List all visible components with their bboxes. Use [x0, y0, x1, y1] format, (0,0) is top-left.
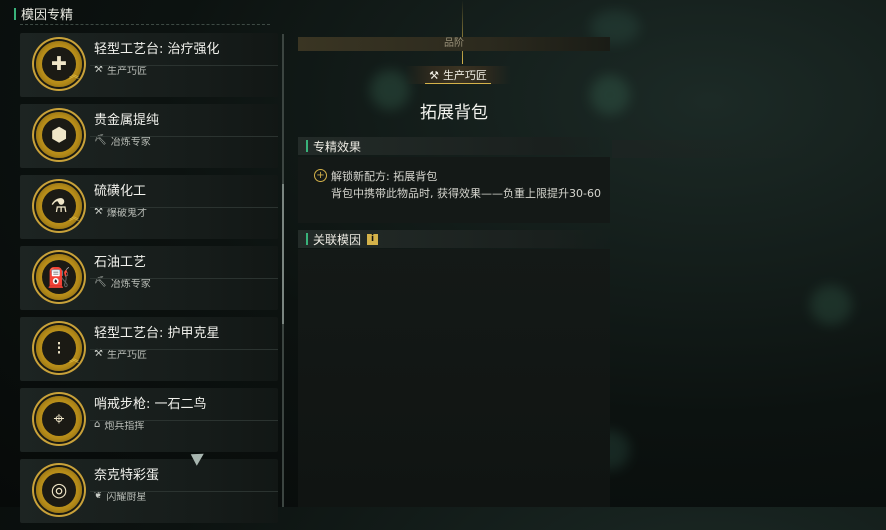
item-category: ⌂ 炮兵指挥 — [94, 417, 144, 432]
emblem-icon: ◎ — [42, 473, 76, 507]
tools-icon: ⚒ — [94, 64, 103, 75]
category-tag-label: 生产巧匠 — [442, 69, 487, 82]
background-blur — [612, 140, 826, 158]
item-category: ⚒ 生产巧匠 — [94, 346, 147, 361]
item-name: 奈克特彩蛋 — [94, 468, 160, 483]
specialization-emblem: ◎ — [36, 467, 82, 513]
category-label: 生产巧匠 — [106, 350, 147, 361]
grade-bar: 品阶 — [298, 37, 610, 51]
category-label: 炮兵指挥 — [104, 421, 145, 432]
background-blur — [810, 285, 852, 325]
list-item[interactable]: ⚗ ︽ 硫磺化工 ⚒ 爆破鬼才 — [20, 175, 278, 239]
specialization-emblem: ⌖ — [36, 396, 82, 442]
rank-chevron-icon: ︽ — [69, 354, 79, 365]
effect-header-label: 专精效果 — [313, 139, 362, 154]
emblem-icon: ⬢ — [42, 118, 76, 152]
effect-unlock-text: 解锁新配方: 拓展背包 — [331, 170, 438, 183]
item-category: ⛏ 冶炼专家 — [94, 133, 151, 148]
tools-icon: ⚒ — [429, 68, 439, 82]
list-item[interactable]: ⌖ 哨戒步枪: 一石二鸟 ⌂ 炮兵指挥 — [20, 388, 278, 452]
tree-connector-line — [462, 0, 463, 64]
scrollbar-thumb[interactable] — [282, 184, 284, 324]
category-label: 冶炼专家 — [110, 279, 151, 290]
item-name: 轻型工艺台: 护甲克星 — [94, 326, 220, 341]
list-item[interactable]: ⬢ 贵金属提纯 ⛏ 冶炼专家 — [20, 104, 278, 168]
related-section-header: 关联模因 i — [298, 230, 610, 248]
item-category: ⚒ 爆破鬼才 — [94, 204, 147, 219]
wing-icon: ❦ — [94, 490, 103, 501]
category-label: 冶炼专家 — [110, 137, 151, 148]
info-icon[interactable]: i — [367, 233, 379, 245]
tools-icon: ⚒ — [94, 348, 103, 359]
detail-title: 拓展背包 — [420, 103, 488, 123]
related-memes-area — [298, 249, 610, 507]
pickaxe-icon: ⛏ — [94, 135, 107, 146]
effect-box: + 解锁新配方: 拓展背包 背包中携带此物品时, 获得效果——负重上限提升30-… — [298, 157, 610, 223]
rank-chevron-icon: ︽ — [69, 70, 79, 81]
related-header-label: 关联模因 — [313, 232, 362, 247]
effect-section-header: 专精效果 — [298, 137, 610, 155]
list-item[interactable]: ⛽ 石油工艺 ⛏ 冶炼专家 — [20, 246, 278, 310]
emblem-icon: ⌖ — [42, 402, 76, 436]
specialization-emblem: ⛽ — [36, 254, 82, 300]
plus-icon: + — [314, 169, 327, 182]
item-name: 贵金属提纯 — [94, 113, 160, 128]
section-accent — [306, 233, 308, 245]
item-category: ⛏ 冶炼专家 — [94, 275, 151, 290]
category-label: 生产巧匠 — [106, 66, 147, 77]
list-scrollbar[interactable] — [282, 34, 284, 507]
item-name: 轻型工艺台: 治疗强化 — [94, 42, 220, 57]
category-label: 爆破鬼才 — [106, 208, 147, 219]
specialization-emblem: ⬢ — [36, 112, 82, 158]
category-tag: ⚒ 生产巧匠 — [405, 66, 511, 84]
category-label: 闪耀厨星 — [106, 492, 147, 503]
effect-description: 背包中携带此物品时, 获得效果——负重上限提升30-60 — [331, 187, 601, 200]
emblem-icon: ⛽ — [42, 260, 76, 294]
rank-chevron-icon: ︽ — [69, 212, 79, 223]
pickaxe-icon: ⛏ — [94, 277, 107, 288]
item-name: 石油工艺 — [94, 255, 147, 270]
header-divider — [20, 24, 270, 25]
tools-icon: ⚒ — [94, 206, 103, 217]
list-item[interactable]: ⁝ ︽ 轻型工艺台: 护甲克星 ⚒ 生产巧匠 — [20, 317, 278, 381]
specialization-list: ✚ ︽ 轻型工艺台: 治疗强化 ⚒ 生产巧匠 ⬢ 贵金属提纯 ⛏ 冶炼专家 ⚗ ︽ … — [20, 33, 278, 530]
panel-header: 模因专精 — [14, 4, 73, 23]
item-category: ❦ 闪耀厨星 — [94, 488, 146, 503]
artillery-icon: ⌂ — [94, 419, 101, 430]
item-name: 哨戒步枪: 一石二鸟 — [94, 397, 207, 412]
header-accent — [14, 7, 16, 20]
section-accent — [306, 140, 308, 152]
list-item[interactable]: ◎ 奈克特彩蛋 ❦ 闪耀厨星 — [20, 459, 278, 523]
list-item[interactable]: ✚ ︽ 轻型工艺台: 治疗强化 ⚒ 生产巧匠 — [20, 33, 278, 97]
item-category: ⚒ 生产巧匠 — [94, 62, 147, 77]
item-name: 硫磺化工 — [94, 184, 147, 199]
panel-title: 模因专精 — [21, 8, 74, 23]
